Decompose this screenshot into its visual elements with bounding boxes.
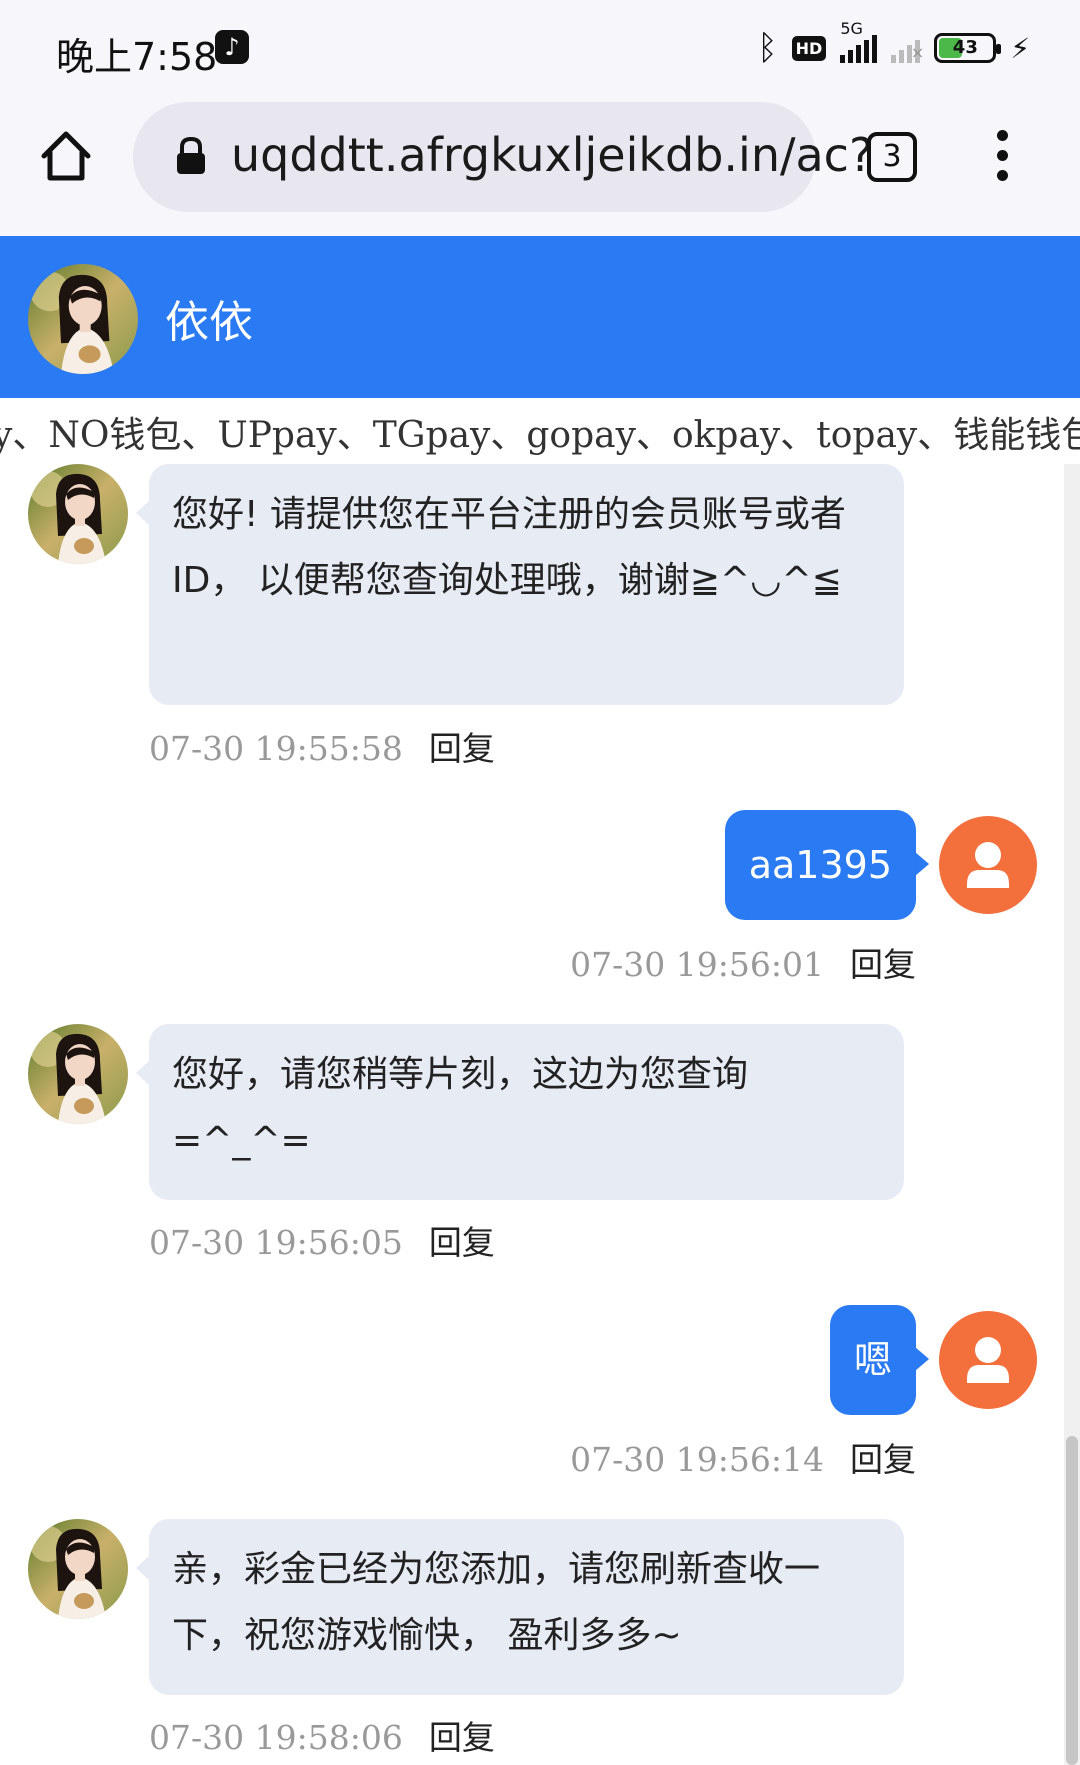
hd-icon: HD <box>791 35 827 61</box>
user-avatar <box>939 1311 1037 1409</box>
message-bubble: aa1395 <box>724 810 930 920</box>
agent-name: 依依 <box>165 297 253 348</box>
agent-avatar-small <box>28 464 128 564</box>
user-avatar <box>939 816 1037 914</box>
tiktok-notification-icon: ♪ <box>215 30 249 64</box>
message-bubble: 亲，彩金已经为您添加，请您刷新查收一下，祝您游戏愉快， 盈利多多~ <box>136 1519 904 1695</box>
message-meta: 07-30 19:55:58 回复 <box>149 722 495 770</box>
tabs-button[interactable]: 3 <box>867 132 917 182</box>
message-timestamp: 07-30 19:55:58 <box>149 729 403 768</box>
more-vertical-icon <box>996 130 1008 141</box>
message-timestamp: 07-30 19:56:14 <box>570 1440 824 1479</box>
lock-icon <box>177 136 205 174</box>
message-meta: 07-30 19:56:01 回复 <box>570 938 916 986</box>
message-bubble: 您好! 请提供您在平台注册的会员账号或者 ID， 以便帮您查询处理哦，谢谢≧^◡… <box>136 464 904 705</box>
status-icons: ᛒ HD 5G × 43 ⚡ <box>757 19 1030 70</box>
address-bar[interactable]: uqddtt.afrgkuxljeikdb.in/ac? <box>133 102 873 212</box>
message-timestamp: 07-30 19:56:01 <box>570 945 824 984</box>
message-meta: 07-30 19:56:14 回复 <box>570 1433 916 1481</box>
message-meta: 07-30 19:58:06 回复 <box>149 1711 495 1759</box>
browser-toolbar: uqddtt.afrgkuxljeikdb.in/ac? 3 <box>0 96 1080 236</box>
message-timestamp: 07-30 19:56:05 <box>149 1223 403 1262</box>
message-bubble: 嗯 <box>829 1305 930 1415</box>
phone-screen: 晚上7:58 ♪ ᛒ HD 5G × 43 ⚡ uqddtt.afrgkuxlj… <box>0 0 1080 1765</box>
agent-avatar-small <box>28 1519 128 1619</box>
more-menu-button[interactable] <box>990 130 1014 186</box>
reply-button[interactable]: 回复 <box>429 1718 495 1757</box>
home-button[interactable] <box>36 126 96 186</box>
battery-level: 43 <box>952 37 978 58</box>
chat-header: 依依 <box>0 236 1080 398</box>
agent-avatar <box>28 264 138 374</box>
reply-button[interactable]: 回复 <box>429 1223 495 1262</box>
user-icon <box>967 842 1009 888</box>
bluetooth-icon: ᛒ <box>757 28 778 68</box>
reply-button[interactable]: 回复 <box>429 729 495 768</box>
marquee-text: y、NO钱包、UPpay、TGpay、gopay、okpay、topay、钱能钱… <box>0 415 1080 456</box>
reply-button[interactable]: 回复 <box>850 1440 916 1479</box>
payment-marquee: y、NO钱包、UPpay、TGpay、gopay、okpay、topay、钱能钱… <box>0 398 1080 464</box>
charging-icon: ⚡ <box>1010 31 1030 65</box>
status-bar: 晚上7:58 ♪ ᛒ HD 5G × 43 ⚡ <box>0 0 1080 96</box>
message-meta: 07-30 19:56:05 回复 <box>149 1216 495 1264</box>
battery-icon: 43 <box>934 33 1002 63</box>
message-timestamp: 07-30 19:58:06 <box>149 1718 403 1757</box>
scrollbar-thumb[interactable] <box>1066 1436 1078 1765</box>
signal-sim2-icon: × <box>891 33 924 63</box>
message-bubble: 您好，请您稍等片刻，这边为您查询=^_^= <box>136 1024 904 1200</box>
status-time: 晚上7:58 <box>56 35 218 79</box>
url-text: uqddtt.afrgkuxljeikdb.in/ac? <box>231 128 874 182</box>
user-icon <box>967 1337 1009 1383</box>
home-icon <box>41 131 91 181</box>
signal-5g-icon: 5G <box>840 19 878 63</box>
agent-avatar-small <box>28 1024 128 1124</box>
chat-messages[interactable]: 您好! 请提供您在平台注册的会员账号或者 ID， 以便帮您查询处理哦，谢谢≧^◡… <box>0 464 1064 1765</box>
reply-button[interactable]: 回复 <box>850 945 916 984</box>
network-type-label: 5G <box>840 19 863 38</box>
